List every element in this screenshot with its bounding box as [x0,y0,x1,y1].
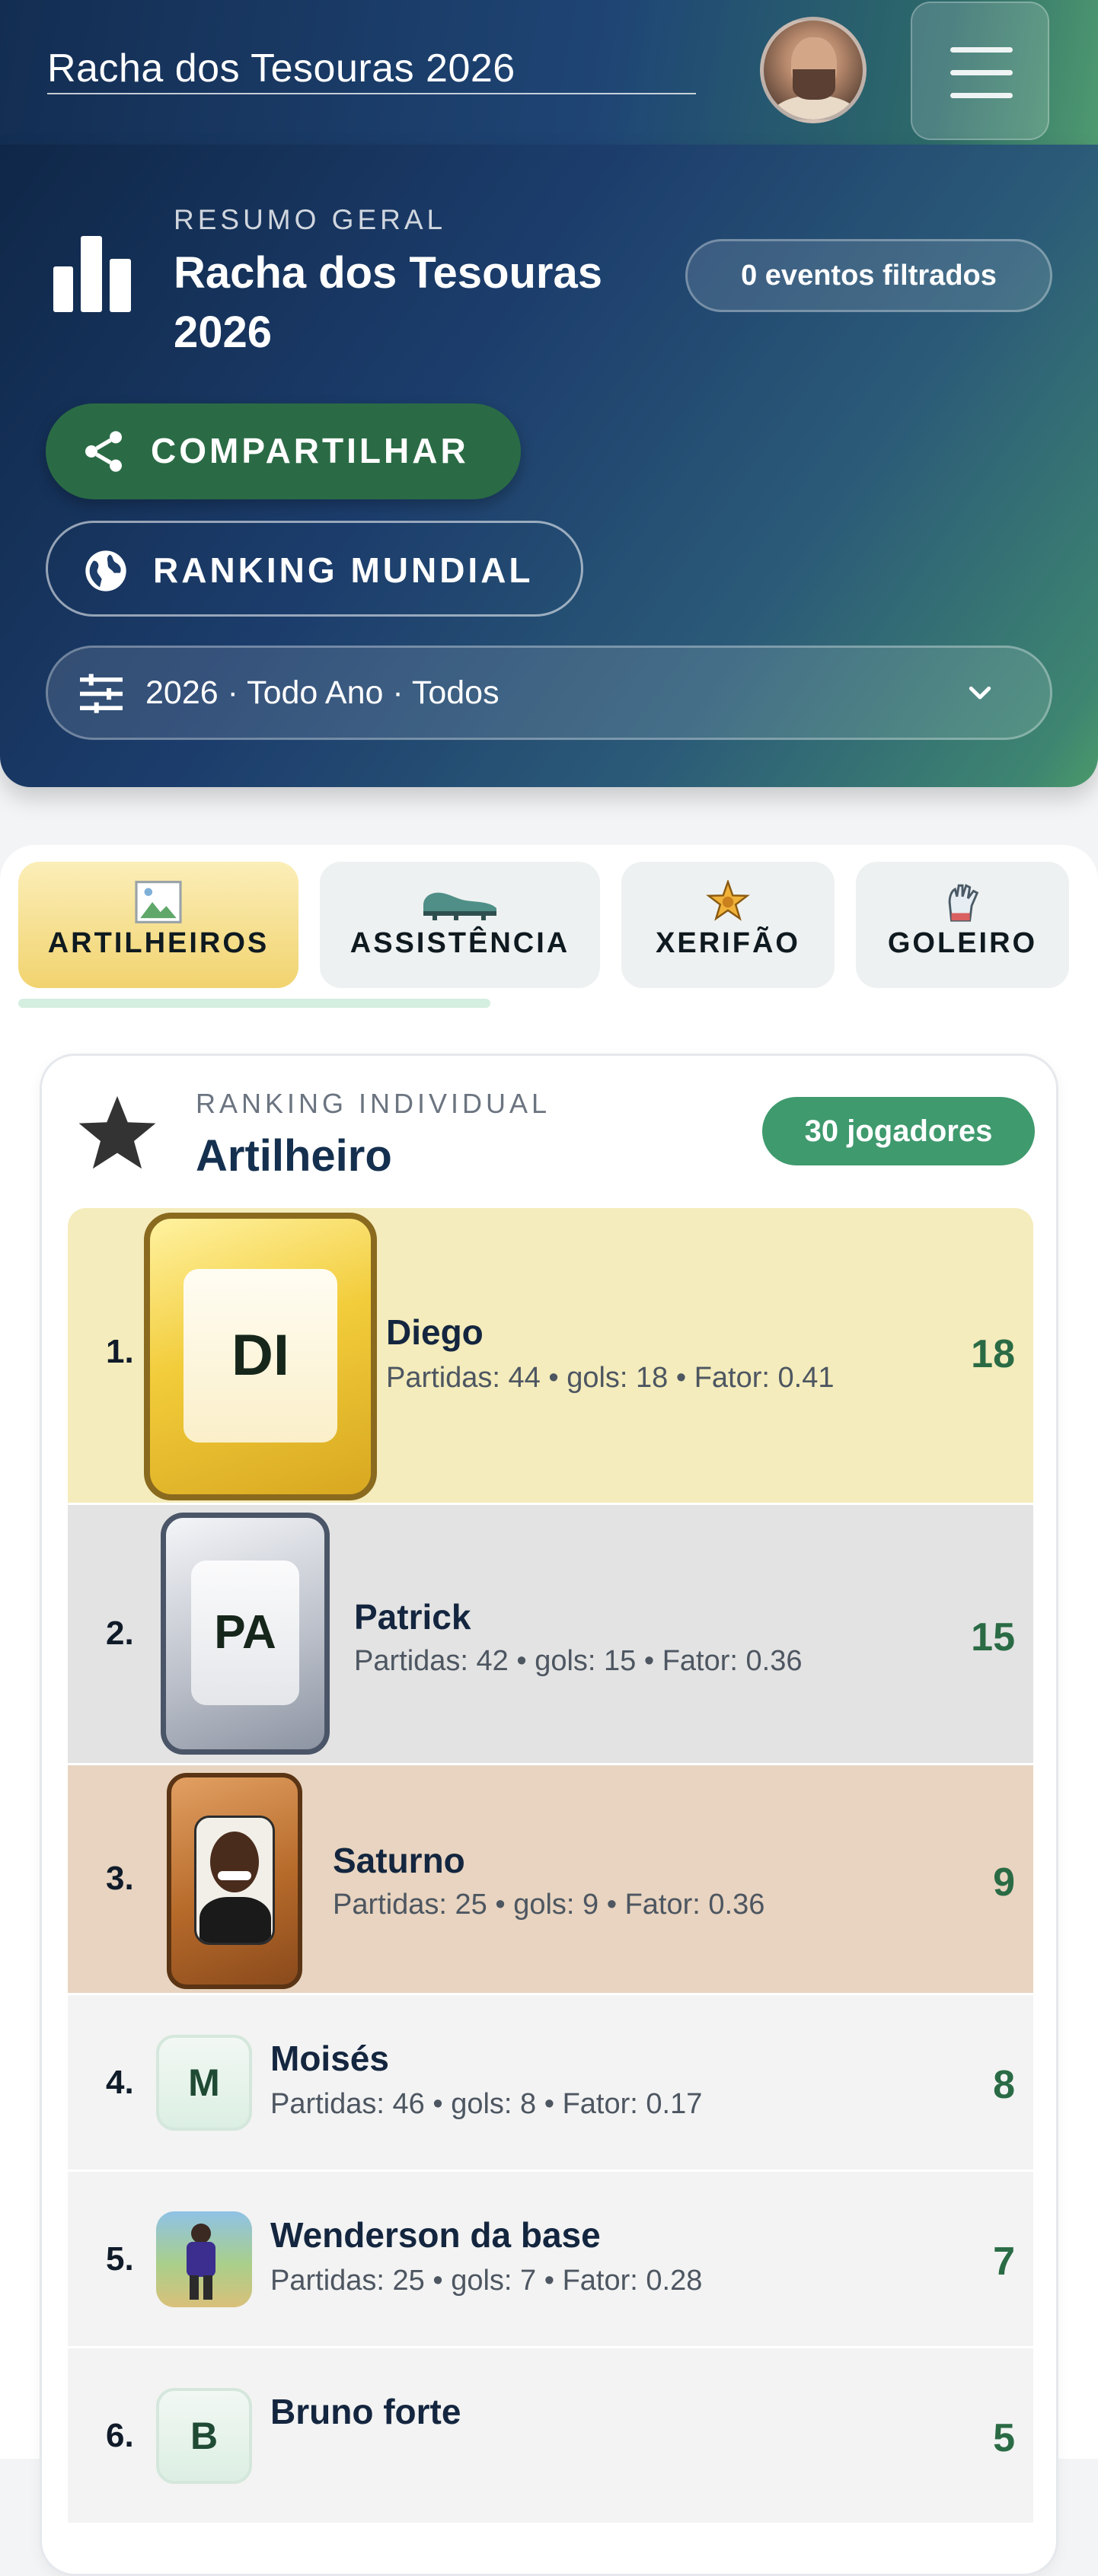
share-button[interactable]: COMPARTILHAR [46,403,521,499]
content-sheet: ARTILHEIROS ASSISTÊNCIA XERIFÃO GOLEIRO [0,845,1098,2576]
rank-position: 6. [106,2417,134,2454]
summary-title: Racha dos Tesouras 2026 [174,248,603,357]
player-name: Wenderson da base [270,2215,601,2255]
cleat-icon [423,892,496,920]
filter-value: 2026 · Todo Ano · Todos [145,674,500,711]
player-name: Patrick [354,1597,471,1637]
player-name: Bruno forte [270,2392,461,2431]
avatar-initials: M [156,2035,252,2131]
player-name: Diego [386,1312,484,1352]
user-avatar[interactable] [760,17,867,123]
ranking-row[interactable]: 3. Saturno Partidas: 25 • gols: 9 • Fato… [68,1765,1033,1995]
rank-position: 2. [106,1615,134,1652]
tab-scroll-indicator [18,999,490,1008]
avatar-initials: PA [191,1561,299,1705]
star-icon [78,1095,156,1169]
player-stats: Partidas: 42 • gols: 15 • Fator: 0.36 [354,1645,803,1677]
ranking-row[interactable]: 5. Wenderson da base Partidas: 25 • gols… [68,2172,1033,2348]
player-stats: Partidas: 44 • gols: 18 • Fator: 0.41 [386,1362,835,1394]
goalkeeper-glove-icon [948,884,979,922]
rank-position: 3. [106,1860,134,1897]
player-stats: Partidas: 25 • gols: 7 • Fator: 0.28 [270,2265,703,2297]
ranking-row[interactable]: 1. DI Diego Partidas: 44 • gols: 18 • Fa… [68,1208,1033,1505]
player-goals: 15 [971,1615,1015,1659]
filtered-events-badge: 0 eventos filtrados [685,239,1052,312]
tab-label: XERIFÃO [656,927,800,959]
player-goals: 8 [993,2063,1015,2107]
tab-label: ASSISTÊNCIA [350,927,570,959]
avatar-initials: B [156,2388,252,2484]
share-button-label: COMPARTILHAR [151,431,469,470]
share-icon [85,431,122,472]
player-goals: 18 [971,1332,1015,1376]
chevron-down-icon [969,686,991,700]
bar-chart-icon [53,236,132,312]
player-avatar: DI [144,1213,377,1500]
world-ranking-label: RANKING MUNDIAL [153,550,534,590]
player-goals: 5 [993,2416,1015,2460]
ranking-row[interactable]: 2. PA Patrick Partidas: 42 • gols: 15 • … [68,1505,1033,1765]
tab-label: GOLEIRO [887,927,1038,959]
period-filter-select[interactable]: 2026 · Todo Ano · Todos [46,646,1052,740]
ranking-row[interactable]: 4. M Moisés Partidas: 46 • gols: 8 • Fat… [68,1995,1033,2172]
hamburger-menu-button[interactable] [911,2,1049,140]
tab-label: ARTILHEIROS [47,927,270,959]
ranking-title: Artilheiro [196,1131,392,1181]
player-stats: Partidas: 25 • gols: 9 • Fator: 0.36 [333,1889,765,1921]
sliders-icon [80,674,123,713]
player-goals: 7 [993,2240,1015,2284]
summary-kicker: RESUMO GERAL [174,204,447,235]
player-goals: 9 [993,1860,1015,1905]
app-title[interactable]: Racha dos Tesouras 2026 [47,44,696,94]
top-bar: Racha dos Tesouras 2026 [0,0,1098,145]
player-avatar: PA [161,1513,330,1755]
globe-icon [85,550,126,591]
tab-xerifao[interactable]: XERIFÃO [621,862,835,988]
rank-position: 1. [106,1333,134,1370]
player-name: Saturno [333,1841,465,1880]
rank-position: 5. [106,2240,134,2278]
player-name: Moisés [270,2039,389,2078]
players-count-badge: 30 jogadores [762,1097,1035,1165]
ranking-card: RANKING INDIVIDUAL Artilheiro 30 jogador… [40,1054,1058,2576]
ranking-row[interactable]: 6. B Bruno forte 5 [68,2348,1033,2525]
category-tabs: ARTILHEIROS ASSISTÊNCIA XERIFÃO GOLEIRO [18,862,1084,991]
summary-card: RESUMO GERAL Racha dos Tesouras 2026 0 e… [0,145,1098,787]
ranking-kicker: RANKING INDIVIDUAL [196,1088,551,1119]
avatar-initials: DI [184,1269,337,1443]
player-avatar [167,1773,302,1989]
tab-goleiro[interactable]: GOLEIRO [856,862,1069,988]
tab-artilheiros[interactable]: ARTILHEIROS [18,862,298,988]
cartoon-portrait [194,1816,275,1945]
player-photo [156,2211,252,2307]
tab-assistencia[interactable]: ASSISTÊNCIA [320,862,600,988]
sheriff-star-icon [706,880,750,921]
rank-position: 4. [106,2064,134,2101]
broken-image-icon [135,881,182,923]
player-stats: Partidas: 46 • gols: 8 • Fator: 0.17 [270,2088,703,2120]
world-ranking-button[interactable]: RANKING MUNDIAL [46,521,583,617]
